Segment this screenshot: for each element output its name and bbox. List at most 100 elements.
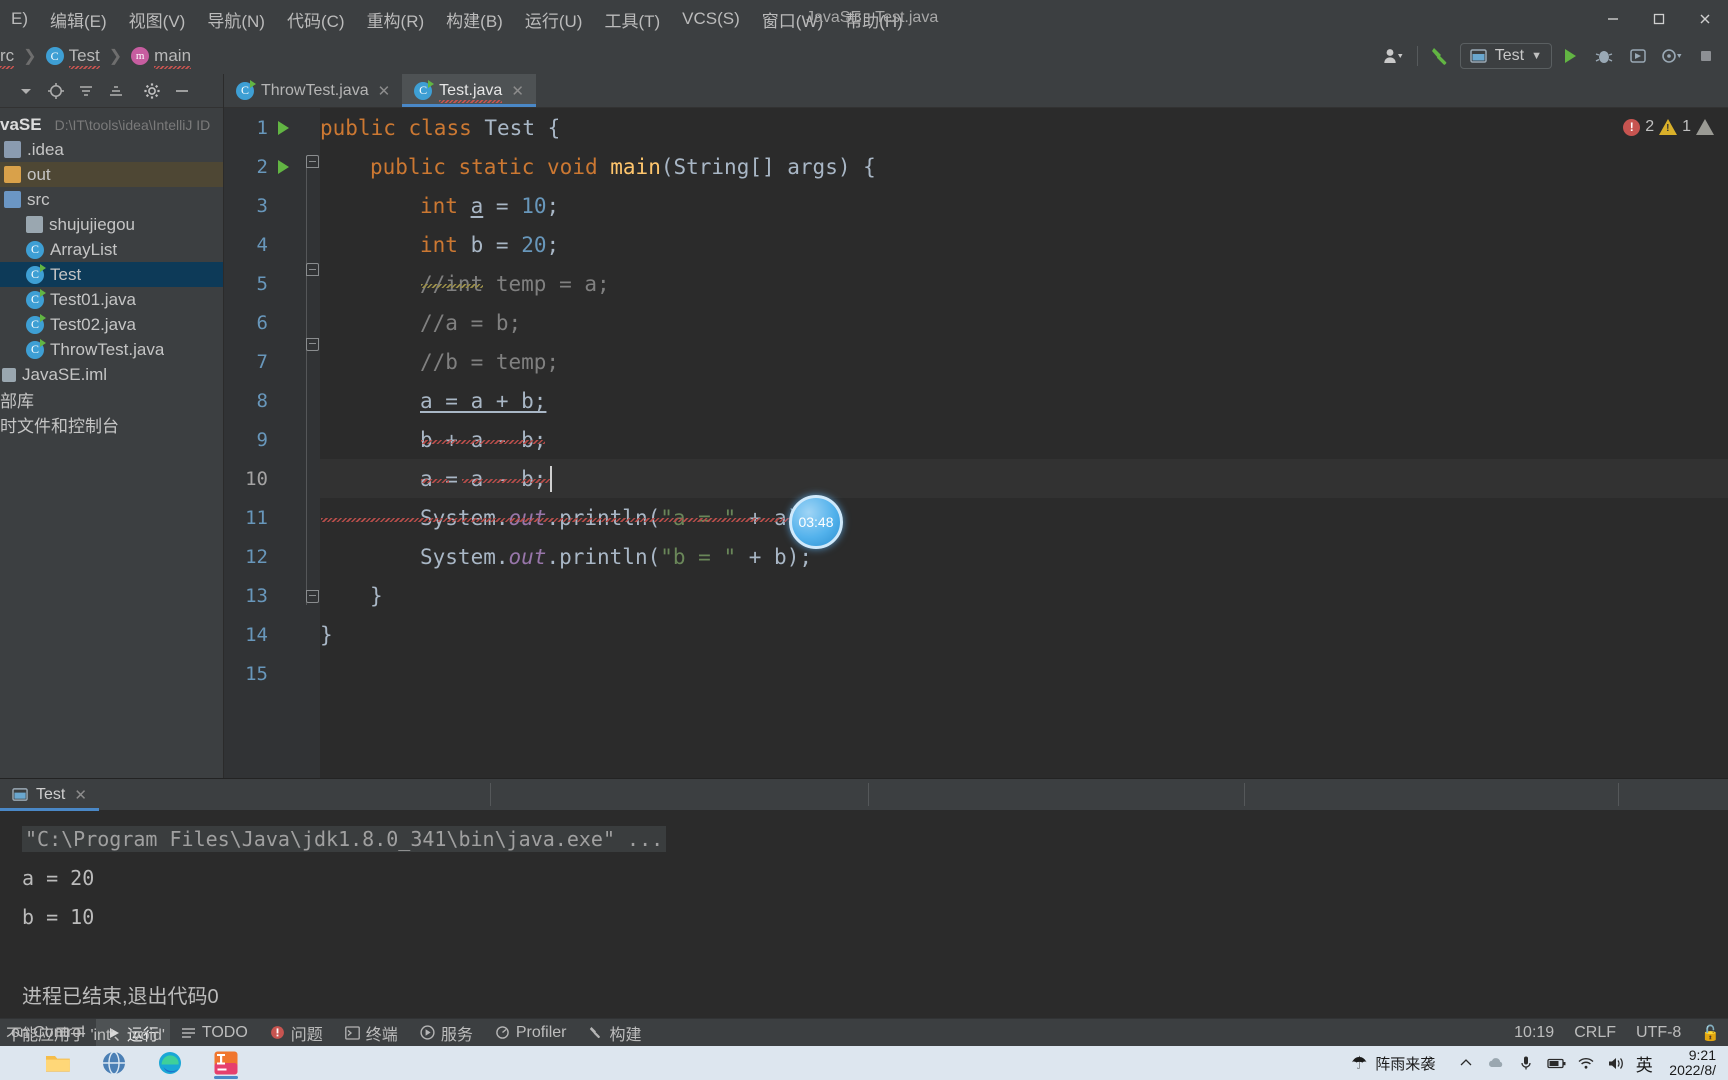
gear-icon[interactable] xyxy=(138,78,166,104)
menu-vcs[interactable]: VCS(S) xyxy=(671,7,751,31)
debug-button[interactable] xyxy=(1588,41,1620,71)
menu-navigate[interactable]: 导航(N) xyxy=(196,5,276,34)
taskbar-browser[interactable] xyxy=(86,1046,142,1080)
collapse-all-icon[interactable] xyxy=(72,78,100,104)
minimize-button[interactable] xyxy=(1590,0,1636,38)
tree-item-arraylist[interactable]: C ArrayList xyxy=(0,237,223,262)
tree-item-test[interactable]: C Test xyxy=(0,262,223,287)
weather-widget[interactable]: ☂ 阵雨来袭 xyxy=(1351,1053,1451,1074)
tool-tab-services[interactable]: 服务 xyxy=(409,1019,484,1047)
menu-code[interactable]: 代码(C) xyxy=(276,5,356,34)
tool-tab-todo[interactable]: TODO xyxy=(170,1019,259,1047)
splitter-3[interactable] xyxy=(1244,783,1245,806)
breadcrumb-src[interactable]: rc xyxy=(0,46,15,69)
run-button[interactable] xyxy=(1554,41,1586,71)
code-folding-column[interactable] xyxy=(306,108,320,840)
editor-gutter[interactable]: 1 2 3 4 5 6 7 8 9 10 11 12 13 14 15 xyxy=(224,108,320,840)
literal-20: 20 xyxy=(521,232,547,257)
tree-item-scratches-consoles[interactable]: 时文件和控制台 xyxy=(0,412,223,437)
close-icon[interactable]: ✕ xyxy=(74,786,87,804)
run-with-coverage-button[interactable] xyxy=(1622,41,1654,71)
splitter-2[interactable] xyxy=(868,783,869,806)
run-gutter-icon[interactable] xyxy=(274,120,292,135)
splitter-1[interactable] xyxy=(490,783,491,806)
kw-void: void xyxy=(547,154,598,179)
build-hammer-icon[interactable] xyxy=(1426,41,1458,71)
menu-refactor[interactable]: 重构(R) xyxy=(356,5,436,34)
run-window-header: Test ✕ xyxy=(0,779,1728,811)
tree-item-test02[interactable]: C Test02.java xyxy=(0,312,223,337)
tree-item-external-libraries[interactable]: 部库 xyxy=(0,387,223,412)
microphone-icon[interactable] xyxy=(1511,1046,1541,1080)
menu-tools[interactable]: 工具(T) xyxy=(593,5,671,34)
menu-build[interactable]: 构建(B) xyxy=(435,5,514,34)
brace-close-method: } xyxy=(370,583,383,608)
taskbar-edge[interactable] xyxy=(142,1046,198,1080)
close-icon[interactable]: ✕ xyxy=(511,82,524,100)
class-icon: C xyxy=(45,47,64,65)
caret-position[interactable]: 10:19 xyxy=(1514,1024,1554,1042)
breadcrumb-class[interactable]: Test xyxy=(68,46,100,69)
editor-tab-test[interactable]: C Test.java ✕ xyxy=(402,74,536,107)
chevron-down-icon[interactable]: ▼ xyxy=(1531,50,1542,62)
close-icon[interactable]: ✕ xyxy=(378,82,391,100)
tree-item-javase-iml[interactable]: JavaSE.iml xyxy=(0,362,223,387)
show-hidden-icons-chevron-up-icon[interactable] xyxy=(1451,1046,1481,1080)
tree-item-project-root[interactable]: vaSE D:\IT\tools\idea\IntelliJ ID xyxy=(0,112,223,137)
stop-button[interactable] xyxy=(1690,41,1722,71)
onedrive-cloud-icon[interactable] xyxy=(1481,1046,1511,1080)
tool-tab-profiler[interactable]: Profiler xyxy=(484,1019,578,1047)
hide-panel-icon[interactable] xyxy=(168,78,196,104)
taskbar-intellij[interactable] xyxy=(198,1046,254,1080)
maximize-button[interactable] xyxy=(1636,0,1682,38)
tree-item-out[interactable]: out xyxy=(0,162,223,187)
inspection-widget[interactable]: ! 2 ! 1 xyxy=(1623,118,1714,136)
wifi-icon[interactable] xyxy=(1571,1046,1601,1080)
tool-tab-problems[interactable]: 问题 xyxy=(259,1019,334,1047)
console-output[interactable]: "C:\Program Files\Java\jdk1.8.0_341\bin\… xyxy=(0,811,1728,1018)
brace: { xyxy=(547,115,561,140)
tree-item-src[interactable]: src xyxy=(0,187,223,212)
code-canvas[interactable]: 1 2 3 4 5 6 7 8 9 10 11 12 13 14 15 publ… xyxy=(224,108,1728,840)
taskbar-file-explorer[interactable] xyxy=(30,1046,86,1080)
tree-item-throwtest[interactable]: C ThrowTest.java xyxy=(0,337,223,362)
run-configuration-selector[interactable]: Test ▼ xyxy=(1459,43,1552,69)
run-window-tab-test[interactable]: Test ✕ xyxy=(0,779,99,811)
splitter-4[interactable] xyxy=(1618,783,1619,806)
tree-item-shujujiegou[interactable]: shujujiegou xyxy=(0,212,223,237)
menu-file[interactable]: E) xyxy=(0,7,39,31)
menu-run[interactable]: 运行(U) xyxy=(514,5,594,34)
error-squiggle-line-9 xyxy=(421,440,545,444)
tree-item-idea[interactable]: .idea xyxy=(0,137,223,162)
screen-recorder-timer[interactable]: 03:48 xyxy=(789,495,843,549)
battery-icon[interactable] xyxy=(1541,1046,1571,1080)
account-icon[interactable] xyxy=(1377,41,1409,71)
fold-marker-method-start[interactable] xyxy=(306,155,319,168)
lock-icon[interactable]: 🔓 xyxy=(1701,1024,1720,1042)
tree-item-test01[interactable]: C Test01.java xyxy=(0,287,223,312)
taskbar-clock[interactable]: 9:21 2022/8/ xyxy=(1657,1047,1720,1078)
timer-label: 03:48 xyxy=(798,514,834,530)
editor-tab-throwtest[interactable]: C ThrowTest.java ✕ xyxy=(224,74,402,107)
fold-marker-comment-end[interactable] xyxy=(306,338,319,351)
class-runnable-icon: C xyxy=(26,313,46,334)
run-gutter-icon[interactable] xyxy=(274,159,292,174)
locate-icon[interactable] xyxy=(42,78,70,104)
volume-icon[interactable] xyxy=(1601,1046,1631,1080)
close-button[interactable] xyxy=(1682,0,1728,38)
tool-tab-terminal[interactable]: 终端 xyxy=(334,1019,409,1047)
profile-button[interactable] xyxy=(1656,41,1688,71)
menu-edit[interactable]: 编辑(E) xyxy=(39,5,118,34)
expand-all-icon[interactable] xyxy=(102,78,130,104)
line-separator[interactable]: CRLF xyxy=(1574,1024,1616,1042)
tool-tab-build[interactable]: 构建 xyxy=(578,1019,653,1047)
breadcrumb-method[interactable]: main xyxy=(154,46,191,69)
code-text[interactable]: public class Test { public static void m… xyxy=(320,108,1728,840)
file-encoding[interactable]: UTF-8 xyxy=(1636,1024,1681,1042)
ime-indicator[interactable]: 英 xyxy=(1631,1046,1657,1080)
chevron-down-icon[interactable] xyxy=(12,78,40,104)
line-number: 12 xyxy=(245,545,268,568)
menu-view[interactable]: 视图(V) xyxy=(118,5,197,34)
fold-marker-method-end[interactable] xyxy=(306,590,319,603)
fold-marker-comment-start[interactable] xyxy=(306,263,319,276)
